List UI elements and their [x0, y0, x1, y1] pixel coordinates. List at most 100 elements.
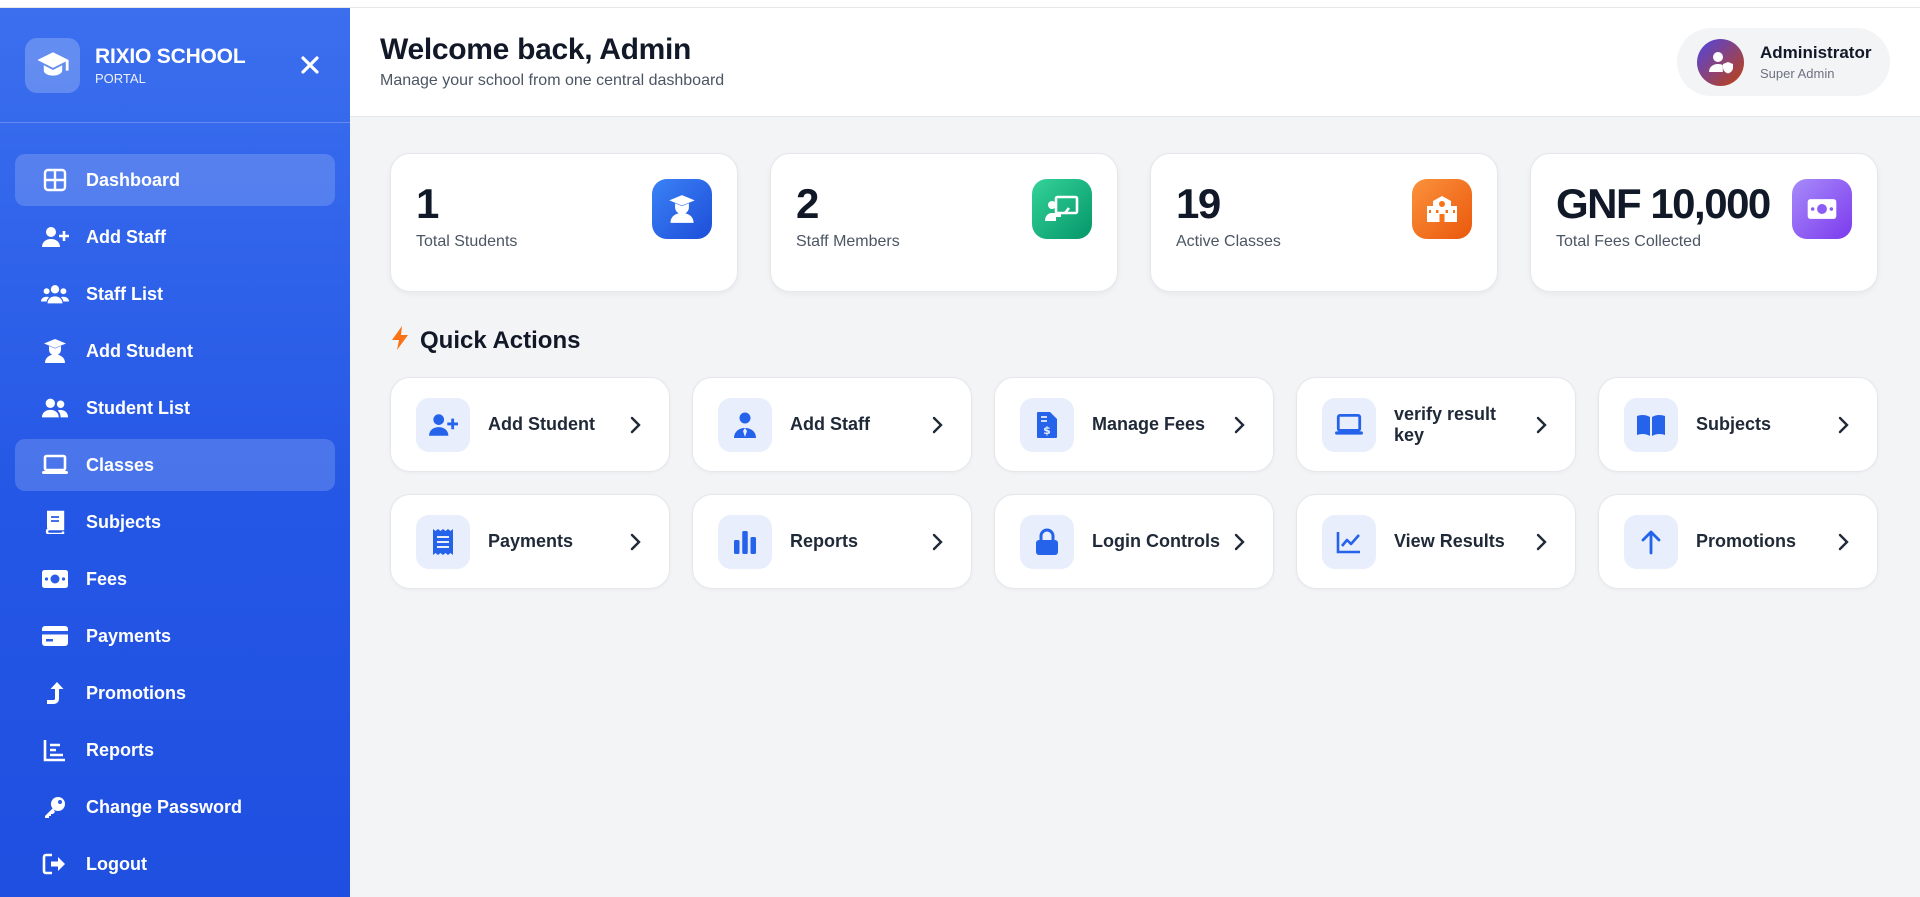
- sidebar-item-label: Change Password: [86, 796, 243, 817]
- stat-card-total-students: 1 Total Students: [390, 153, 738, 292]
- key-icon: [41, 793, 69, 821]
- chevron-right-icon: [927, 531, 949, 553]
- brand-subtitle: PORTAL: [95, 70, 146, 86]
- brand-name: RIXIO SCHOOL: [95, 44, 246, 68]
- sidebar-item-change-password[interactable]: Change Password: [15, 781, 335, 833]
- quick-action-payments[interactable]: Payments: [390, 494, 670, 589]
- graduate-icon: [41, 337, 69, 365]
- arrow-up-icon: [1624, 514, 1678, 569]
- quick-action-login-controls[interactable]: Login Controls: [994, 494, 1274, 589]
- sidebar-item-label: Student List: [86, 397, 190, 418]
- page-title: Welcome back, Admin: [380, 33, 692, 66]
- stat-card-staff-members: 2 Staff Members: [770, 153, 1118, 292]
- close-icon[interactable]: [295, 50, 325, 80]
- action-label: Payments: [488, 531, 574, 551]
- stat-label: Total Fees Collected: [1556, 233, 1701, 250]
- sidebar-item-label: Fees: [86, 568, 128, 589]
- stat-card-active-classes: 19 Active Classes: [1150, 153, 1498, 292]
- quick-action-reports[interactable]: Reports: [692, 494, 972, 589]
- chart-icon: [41, 736, 69, 764]
- stat-value: 19: [1176, 180, 1221, 227]
- sidebar: RIXIO SCHOOL PORTAL Dashboard Add Staff …: [0, 8, 350, 897]
- chevron-right-icon: [1833, 414, 1855, 436]
- header: Welcome back, Admin Manage your school f…: [350, 8, 1920, 117]
- chevron-right-icon: [1229, 414, 1251, 436]
- bar-chart-icon: [718, 514, 772, 569]
- brand: RIXIO SCHOOL PORTAL: [0, 8, 350, 123]
- user-tie-icon: [718, 397, 772, 452]
- top-bar: [0, 0, 1920, 8]
- quick-action-verify-result-key[interactable]: verify result key: [1296, 377, 1576, 472]
- quick-action-add-staff[interactable]: Add Staff: [692, 377, 972, 472]
- action-label: Promotions: [1696, 531, 1797, 551]
- sidebar-item-reports[interactable]: Reports: [15, 724, 335, 776]
- user-profile[interactable]: Administrator Super Admin: [1677, 28, 1890, 96]
- sidebar-item-label: Dashboard: [86, 169, 181, 190]
- sidebar-item-add-student[interactable]: Add Student: [15, 325, 335, 377]
- sidebar-item-label: Staff List: [86, 283, 164, 304]
- credit-card-icon: [41, 622, 69, 650]
- graduation-cap-icon: [25, 37, 80, 93]
- chalkboard-teacher-icon: [1032, 179, 1092, 239]
- laptop-icon: [1322, 397, 1376, 452]
- stat-label: Total Students: [416, 233, 518, 250]
- svg-text:$: $: [1043, 424, 1051, 437]
- logout-icon: [41, 850, 69, 878]
- action-label: View Results: [1394, 531, 1505, 551]
- user-group-icon: [41, 394, 69, 422]
- quick-action-manage-fees[interactable]: $ Manage Fees: [994, 377, 1274, 472]
- action-label: Manage Fees: [1092, 414, 1206, 434]
- user-role: Super Admin: [1760, 66, 1835, 81]
- sidebar-item-label: Payments: [86, 625, 172, 646]
- sidebar-item-dashboard[interactable]: Dashboard: [15, 154, 335, 206]
- sidebar-item-classes[interactable]: Classes: [15, 439, 335, 491]
- quick-actions-title: Quick Actions: [420, 326, 581, 354]
- stat-card-total-fees: GNF 10,000 Total Fees Collected: [1530, 153, 1878, 292]
- chevron-right-icon: [1833, 531, 1855, 553]
- sidebar-nav: Dashboard Add Staff Staff List Add Stude…: [0, 123, 350, 890]
- lock-icon: [1020, 514, 1074, 569]
- stat-value: 2: [796, 180, 819, 227]
- chevron-right-icon: [1229, 531, 1251, 553]
- quick-actions-heading: Quick Actions: [390, 325, 580, 356]
- sidebar-item-label: Add Student: [86, 340, 193, 361]
- sidebar-item-logout[interactable]: Logout: [15, 838, 335, 890]
- money-icon: [41, 565, 69, 593]
- graduate-icon: [652, 179, 712, 239]
- chevron-right-icon: [1531, 531, 1553, 553]
- invoice-dollar-icon: $: [1020, 397, 1074, 452]
- stat-label: Active Classes: [1176, 233, 1281, 250]
- sidebar-item-label: Logout: [86, 853, 147, 874]
- stat-value: GNF 10,000: [1556, 180, 1771, 227]
- money-icon: [1792, 179, 1852, 239]
- quick-action-add-student[interactable]: Add Student: [390, 377, 670, 472]
- quick-action-view-results[interactable]: View Results: [1296, 494, 1576, 589]
- chevron-right-icon: [625, 414, 647, 436]
- stat-label: Staff Members: [796, 233, 900, 250]
- action-label: Add Staff: [790, 414, 870, 434]
- receipt-icon: [416, 514, 470, 569]
- user-plus-icon: [416, 397, 470, 452]
- book-icon: [41, 508, 69, 536]
- sidebar-item-label: Subjects: [86, 511, 162, 532]
- user-shield-icon: [1697, 38, 1744, 86]
- sidebar-item-payments[interactable]: Payments: [15, 610, 335, 662]
- users-icon: [41, 280, 69, 308]
- action-label: Subjects: [1696, 414, 1772, 434]
- action-label: verify result key: [1394, 403, 1497, 445]
- school-icon: [1412, 179, 1472, 239]
- book-open-icon: [1624, 397, 1678, 452]
- sidebar-item-label: Reports: [86, 739, 155, 760]
- quick-action-promotions[interactable]: Promotions: [1598, 494, 1878, 589]
- sidebar-item-staff-list[interactable]: Staff List: [15, 268, 335, 320]
- user-plus-icon: [41, 223, 69, 251]
- sidebar-item-label: Classes: [86, 454, 155, 475]
- sidebar-item-add-staff[interactable]: Add Staff: [15, 211, 335, 263]
- sidebar-item-fees[interactable]: Fees: [15, 553, 335, 605]
- quick-action-subjects[interactable]: Subjects: [1598, 377, 1878, 472]
- sidebar-item-promotions[interactable]: Promotions: [15, 667, 335, 719]
- sidebar-item-subjects[interactable]: Subjects: [15, 496, 335, 548]
- sidebar-item-label: Add Staff: [86, 226, 166, 247]
- laptop-icon: [41, 451, 69, 479]
- sidebar-item-student-list[interactable]: Student List: [15, 382, 335, 434]
